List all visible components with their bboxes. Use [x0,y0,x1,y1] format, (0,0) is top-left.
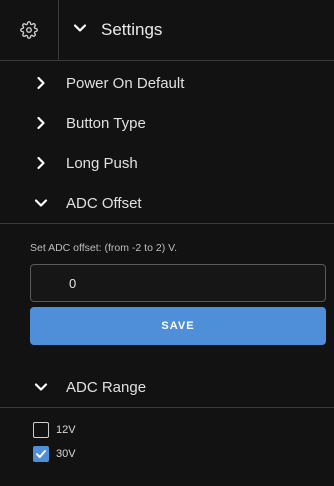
chevron-down-icon [73,20,87,40]
checkbox-12v[interactable] [33,422,49,438]
section-label: ADC Range [66,378,147,396]
adc-offset-help: Set ADC offset: (from -2 to 2) V. [30,242,178,254]
section-label: Long Push [66,154,138,172]
checkbox-30v[interactable] [33,446,49,462]
option-label: 30V [56,448,76,460]
adc-offset-value: 0 [69,275,77,291]
section-label: Button Type [66,114,146,132]
gear-icon [20,21,38,39]
page-title: Settings [101,20,163,39]
gear-button[interactable] [0,0,59,60]
option-label: 12V [56,424,76,436]
section-adc-offset[interactable]: ADC Offset [0,183,334,223]
settings-panel: Settings Power On Default Button Type Lo… [0,0,334,486]
checkmark-icon [36,450,46,458]
section-long-push[interactable]: Long Push [0,143,334,183]
adc-offset-body: Set ADC offset: (from -2 to 2) V. 0 SAVE [0,242,334,345]
section-label: Power On Default [66,74,185,92]
section-label: ADC Offset [66,194,142,212]
section-adc-range[interactable]: ADC Range [0,367,334,407]
settings-toggle[interactable]: Settings [59,0,162,60]
chevron-down-icon [34,196,48,210]
adc-offset-input[interactable]: 0 [30,264,326,302]
save-button[interactable]: SAVE [30,307,326,345]
chevron-right-icon [34,76,48,90]
option-30v[interactable]: 30V [0,442,334,466]
chevron-down-icon [34,380,48,394]
section-button-type[interactable]: Button Type [0,103,334,143]
header: Settings [0,0,334,61]
chevron-right-icon [34,156,48,170]
chevron-right-icon [34,116,48,130]
divider [0,223,334,224]
option-12v[interactable]: 12V [0,418,334,442]
section-power-on-default[interactable]: Power On Default [0,63,334,103]
